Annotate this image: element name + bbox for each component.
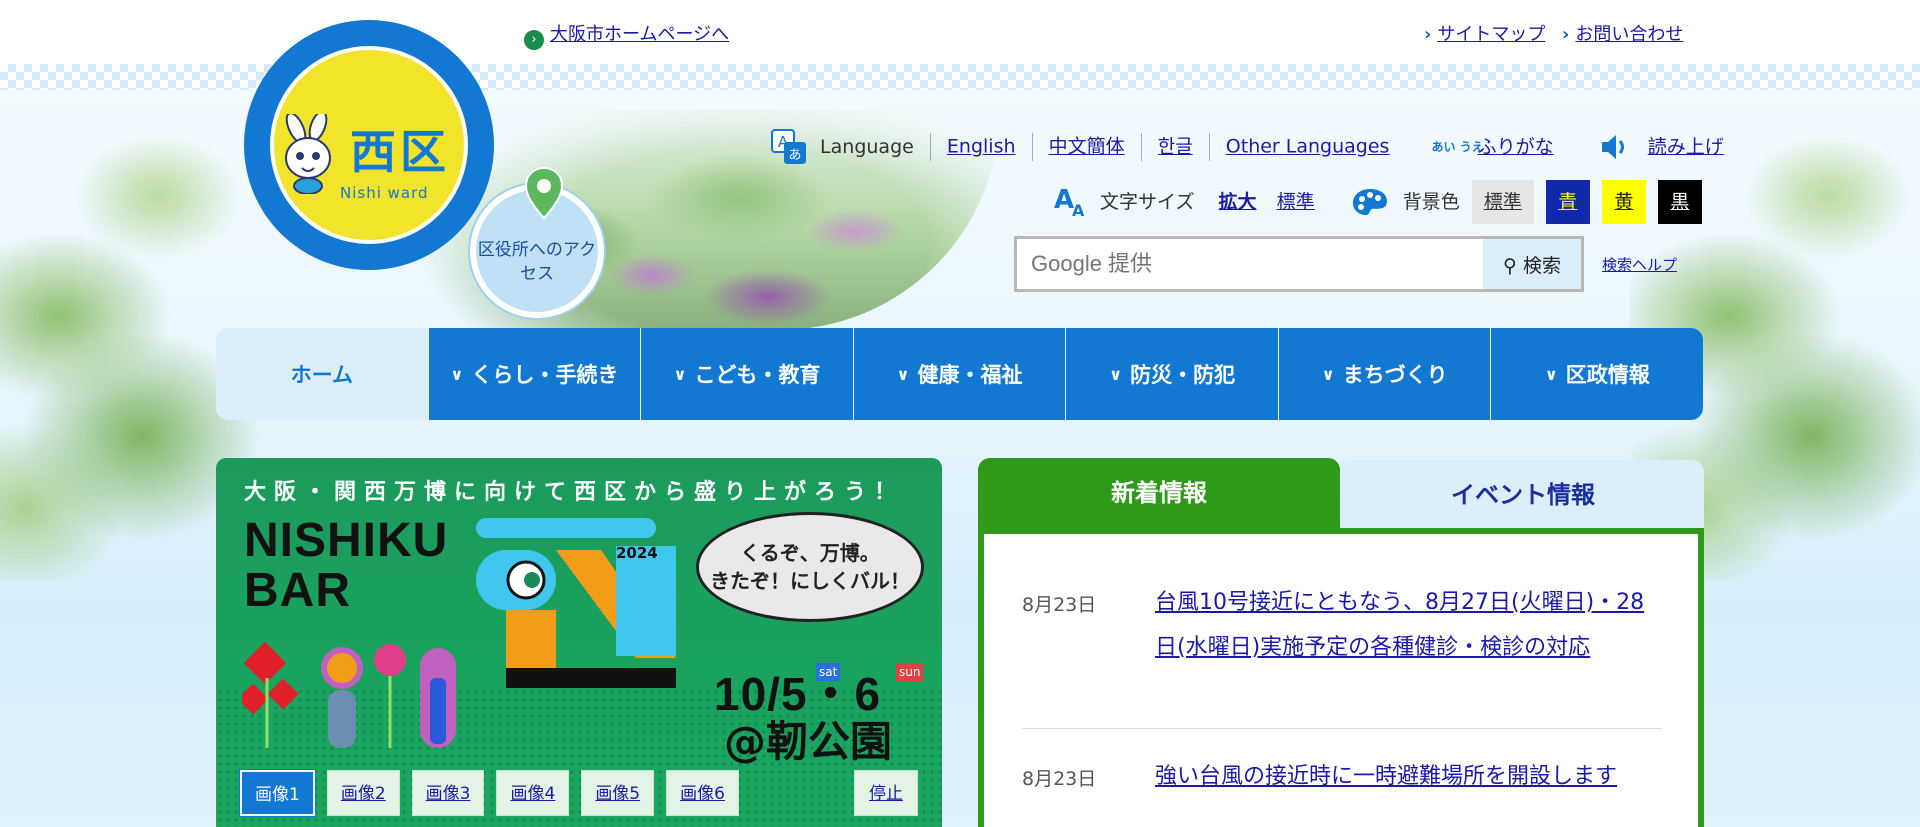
read-aloud-link[interactable]: 読み上げ xyxy=(1648,136,1724,158)
nav-ward-admin[interactable]: ∨ 区政情報 xyxy=(1490,328,1703,420)
flower-decoration-icon xyxy=(242,641,456,748)
nav-children[interactable]: ∨ こども・教育 xyxy=(640,328,853,420)
bg-color-label: 背景色 xyxy=(1402,190,1460,213)
search-icon: ⚲ xyxy=(1503,254,1517,277)
palette-icon xyxy=(1352,189,1387,215)
slide-button-2[interactable]: 画像2 xyxy=(326,770,400,816)
promo-slideshow[interactable]: 大阪・関西万博に向けて西区から盛り上がろう！ NISHIKU BAR 2024 … xyxy=(216,458,942,827)
nav-town[interactable]: ∨ まちづくり xyxy=(1277,328,1491,420)
text-standard-link[interactable]: 標準 xyxy=(1277,191,1315,213)
slide-button-6[interactable]: 画像6 xyxy=(666,770,739,816)
nishiku-bar-graphic xyxy=(476,518,676,688)
chevron-down-icon: ∨ xyxy=(1544,364,1558,384)
news-link[interactable]: 台風10号接近にともなう、8月27日(火曜日)・28日(水曜日)実施予定の各種健… xyxy=(1155,580,1645,670)
slide-button-1[interactable]: 画像1 xyxy=(239,769,316,817)
slideshow-stop-button[interactable]: 停止 xyxy=(854,770,918,816)
chevron-down-icon: ∨ xyxy=(450,364,464,384)
nav-home[interactable]: ホーム xyxy=(216,328,428,420)
osaka-homepage-link[interactable]: › 大阪市ホームページへ xyxy=(524,20,729,50)
contact-link[interactable]: › お問い合わせ xyxy=(1562,20,1683,46)
slide-thumbnails: 画像1 画像2 画像3 画像4 画像5 画像6 xyxy=(239,769,739,817)
site-search: ⚲ 検索 xyxy=(1014,236,1584,292)
search-input[interactable] xyxy=(1017,239,1483,289)
slide-button-5[interactable]: 画像5 xyxy=(581,770,655,816)
nishi-ward-logo[interactable]: 西区 Nishi ward xyxy=(244,20,494,270)
ward-office-access-link[interactable]: 区役所へのアクセス xyxy=(470,166,604,318)
chevron-down-icon: ∨ xyxy=(1109,364,1123,384)
chevron-down-icon: ∨ xyxy=(673,364,687,384)
text-size-label: 文字サイズ xyxy=(1100,190,1195,213)
slide-heading: 大阪・関西万博に向けて西区から盛り上がろう！ xyxy=(244,480,905,505)
access-label: 区役所へのアクセス xyxy=(477,240,597,284)
text-size-icon: A A xyxy=(1054,185,1085,220)
bg-blue-button[interactable]: 青 xyxy=(1545,180,1590,224)
slide-button-3[interactable]: 画像3 xyxy=(411,770,485,816)
furigana-icon: あい うえ xyxy=(1431,140,1484,154)
news-panel: 新着情報 イベント情報 8月23日 台風10号接近にともなう、8月27日(火曜日… xyxy=(978,458,1704,827)
news-link[interactable]: 強い台風の接近時に一時避難場所を開設します xyxy=(1155,754,1645,799)
event-place: @靭公園 xyxy=(724,717,893,766)
chevron-right-icon: › xyxy=(1424,24,1432,45)
bg-black-button[interactable]: 黒 xyxy=(1657,180,1702,224)
speech-bubble: くるぞ、万博。 きたぞ！にしくバル！ xyxy=(696,512,924,622)
chevron-down-icon: ∨ xyxy=(896,364,910,384)
lang-other-link[interactable]: Other Languages xyxy=(1226,136,1390,158)
news-list: 8月23日 台風10号接近にともなう、8月27日(火曜日)・28日(水曜日)実施… xyxy=(978,528,1704,827)
nav-disaster[interactable]: ∨ 防災・防犯 xyxy=(1065,328,1278,420)
arrow-circle-icon: › xyxy=(524,30,544,50)
svg-text:A: A xyxy=(1072,201,1085,220)
search-button-label: 検索 xyxy=(1522,254,1561,277)
lang-chinese-link[interactable]: 中文簡体 xyxy=(1049,136,1125,158)
text-enlarge-link[interactable]: 拡大 xyxy=(1219,191,1257,213)
divider xyxy=(1022,728,1662,729)
main-nav: ホーム ∨ くらし・手続き ∨ こども・教育 ∨ 健康・福祉 ∨ 防災・防犯 ∨ まちづく… xyxy=(216,328,1703,420)
logo-subtitle: Nishi ward xyxy=(340,184,429,202)
slide-title: NISHIKU BAR xyxy=(244,514,449,617)
slide-button-4[interactable]: 画像4 xyxy=(496,770,570,816)
map-pin-icon xyxy=(524,166,564,220)
tab-new-info[interactable]: 新着情報 xyxy=(978,458,1340,528)
furigana-link[interactable]: ふりがな xyxy=(1478,136,1554,158)
bg-standard-button[interactable]: 標準 xyxy=(1471,180,1534,224)
svg-text:あ: あ xyxy=(788,148,801,163)
nav-health[interactable]: ∨ 健康・福祉 xyxy=(852,328,1066,420)
language-bar: A あ Language English 中文簡体 한글 Other Langu… xyxy=(770,128,1724,166)
search-help-link[interactable]: 検索ヘルプ xyxy=(1602,254,1677,275)
search-button[interactable]: ⚲ 検索 xyxy=(1483,239,1581,289)
tab-event-info[interactable]: イベント情報 xyxy=(1342,460,1704,528)
display-settings-bar: A A 文字サイズ 拡大 標準 背景色 標準 青 黄 黒 xyxy=(1052,180,1702,224)
lang-korean-link[interactable]: 한글 xyxy=(1158,136,1193,158)
news-date: 8月23日 xyxy=(1022,768,1097,790)
language-icon: A あ xyxy=(771,129,806,164)
chevron-down-icon: ∨ xyxy=(1321,364,1335,384)
bg-yellow-button[interactable]: 黄 xyxy=(1601,180,1646,224)
rabbit-mascot-icon xyxy=(285,114,331,194)
language-label: Language xyxy=(820,135,914,158)
sitemap-link[interactable]: › サイトマップ xyxy=(1424,20,1545,46)
lang-english-link[interactable]: English xyxy=(947,136,1016,158)
chevron-right-icon: › xyxy=(1562,24,1570,45)
nav-living[interactable]: ∨ くらし・手続き xyxy=(427,328,641,420)
sat-badge: sat xyxy=(816,663,841,681)
logo-title: 西区 xyxy=(350,125,450,179)
news-date: 8月23日 xyxy=(1022,594,1097,616)
year-label: 2024 xyxy=(616,544,658,562)
speaker-icon xyxy=(1601,135,1624,159)
sun-badge: sun xyxy=(896,663,924,681)
